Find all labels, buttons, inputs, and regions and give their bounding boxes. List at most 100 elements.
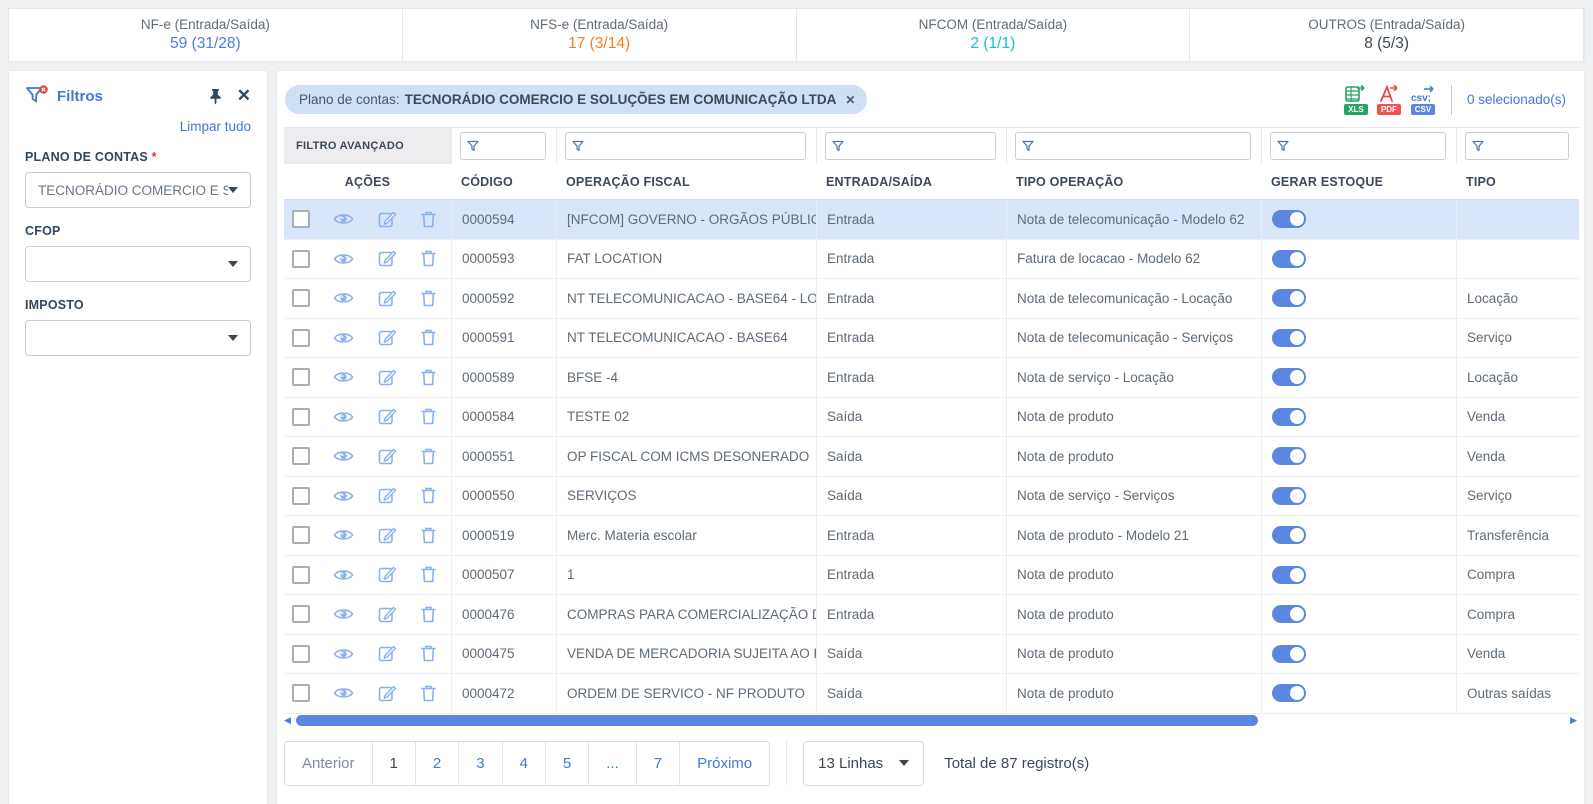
view-icon[interactable]: [333, 290, 354, 306]
row-checkbox[interactable]: [292, 447, 310, 465]
page-button[interactable]: 2: [415, 742, 458, 785]
view-icon[interactable]: [333, 448, 354, 464]
row-checkbox[interactable]: [292, 684, 310, 702]
delete-icon[interactable]: [420, 328, 437, 347]
delete-icon[interactable]: [420, 684, 437, 703]
filter-field-select[interactable]: [25, 246, 251, 282]
filter-field-select[interactable]: TECNORÁDIO COMERCIO E SOL: [25, 172, 251, 208]
stock-toggle-on[interactable]: [1272, 684, 1306, 702]
edit-icon[interactable]: [378, 447, 397, 466]
column-filter-input[interactable]: [565, 132, 806, 160]
delete-icon[interactable]: [420, 644, 437, 663]
delete-icon[interactable]: [420, 249, 437, 268]
summary-tab[interactable]: NFS-e (Entrada/Saída) 17 (3/14): [403, 9, 797, 61]
stock-toggle-on[interactable]: [1272, 566, 1306, 584]
table-row[interactable]: 0000593 FAT LOCATION Entrada Fatura de l…: [284, 240, 1579, 280]
export-csv-button[interactable]: csv; CSV: [1410, 84, 1436, 115]
column-header[interactable]: TIPO: [1456, 175, 1579, 189]
column-header[interactable]: GERAR ESTOQUE: [1261, 175, 1456, 189]
delete-icon[interactable]: [420, 407, 437, 426]
table-row[interactable]: 0000476 COMPRAS PARA COMERCIALIZAÇÃO DO …: [284, 595, 1579, 635]
table-row[interactable]: 0000472 ORDEM DE SERVICO - NF PRODUTO Sa…: [284, 674, 1579, 714]
edit-icon[interactable]: [378, 684, 397, 703]
clear-all-link[interactable]: Limpar tudo: [25, 119, 251, 134]
row-checkbox[interactable]: [292, 250, 310, 268]
column-filter-input[interactable]: [1270, 132, 1446, 160]
summary-tab[interactable]: OUTROS (Entrada/Saída) 8 (5/3): [1190, 9, 1584, 61]
edit-icon[interactable]: [378, 368, 397, 387]
table-row[interactable]: 0000519 Merc. Materia escolar Entrada No…: [284, 516, 1579, 556]
row-checkbox[interactable]: [292, 408, 310, 426]
edit-icon[interactable]: [378, 249, 397, 268]
page-button[interactable]: ...: [588, 742, 636, 785]
delete-icon[interactable]: [420, 486, 437, 505]
row-checkbox[interactable]: [292, 329, 310, 347]
view-icon[interactable]: [333, 567, 354, 583]
row-checkbox[interactable]: [292, 368, 310, 386]
page-button[interactable]: 7: [636, 742, 679, 785]
edit-icon[interactable]: [378, 289, 397, 308]
stock-toggle-on[interactable]: [1272, 408, 1306, 426]
table-row[interactable]: 0000584 TESTE 02 Saída Nota de produto V…: [284, 398, 1579, 438]
view-icon[interactable]: [333, 251, 354, 267]
delete-icon[interactable]: [420, 526, 437, 545]
row-checkbox[interactable]: [292, 645, 310, 663]
view-icon[interactable]: [333, 685, 354, 701]
scrollbar-thumb[interactable]: [296, 715, 1258, 726]
scroll-left-icon[interactable]: ◀: [284, 715, 291, 726]
stock-toggle-on[interactable]: [1272, 210, 1306, 228]
scroll-right-icon[interactable]: ▶: [1570, 715, 1577, 726]
row-checkbox[interactable]: [292, 487, 310, 505]
view-icon[interactable]: [333, 527, 354, 543]
close-filters-icon[interactable]: ✕: [237, 86, 251, 106]
table-row[interactable]: 0000594 [NFCOM] GOVERNO - ORGÃOS PÚBLICO…: [284, 200, 1579, 240]
column-filter-input[interactable]: [1015, 132, 1251, 160]
edit-icon[interactable]: [378, 565, 397, 584]
next-page-button[interactable]: Próximo: [679, 742, 769, 785]
chip-remove-icon[interactable]: ✕: [845, 93, 855, 107]
table-row[interactable]: 0000550 SERVIÇOS Saída Nota de serviço -…: [284, 477, 1579, 517]
page-button[interactable]: 1: [372, 742, 415, 785]
stock-toggle-on[interactable]: [1272, 605, 1306, 623]
table-row[interactable]: 0000507 1 Entrada Nota de produto Compra: [284, 556, 1579, 596]
edit-icon[interactable]: [378, 644, 397, 663]
table-row[interactable]: 0000592 NT TELECOMUNICACAO - BASE64 - LO…: [284, 279, 1579, 319]
column-header[interactable]: CÓDIGO: [451, 175, 556, 189]
edit-icon[interactable]: [378, 526, 397, 545]
stock-toggle-on[interactable]: [1272, 368, 1306, 386]
stock-toggle-on[interactable]: [1272, 329, 1306, 347]
stock-toggle-on[interactable]: [1272, 289, 1306, 307]
stock-toggle-on[interactable]: [1272, 487, 1306, 505]
page-button[interactable]: 3: [458, 742, 501, 785]
column-header[interactable]: ENTRADA/SAÍDA: [816, 175, 1006, 189]
stock-toggle-on[interactable]: [1272, 645, 1306, 663]
table-row[interactable]: 0000589 BFSE -4 Entrada Nota de serviço …: [284, 358, 1579, 398]
edit-icon[interactable]: [378, 605, 397, 624]
row-checkbox[interactable]: [292, 605, 310, 623]
column-filter-input[interactable]: [1465, 132, 1569, 160]
view-icon[interactable]: [333, 211, 354, 227]
delete-icon[interactable]: [420, 605, 437, 624]
previous-page-button[interactable]: Anterior: [285, 742, 372, 785]
delete-icon[interactable]: [420, 289, 437, 308]
edit-icon[interactable]: [378, 486, 397, 505]
export-xls-button[interactable]: XLS: [1344, 84, 1368, 115]
row-checkbox[interactable]: [292, 566, 310, 584]
column-header[interactable]: OPERAÇÃO FISCAL: [556, 175, 816, 189]
table-row[interactable]: 0000551 OP FISCAL COM ICMS DESONERADO Sa…: [284, 437, 1579, 477]
column-header[interactable]: AÇÕES: [284, 175, 451, 189]
column-filter-input[interactable]: [825, 132, 996, 160]
row-checkbox[interactable]: [292, 289, 310, 307]
table-row[interactable]: 0000475 VENDA DE MERCADORIA SUJEITA AO R…: [284, 635, 1579, 675]
view-icon[interactable]: [333, 606, 354, 622]
delete-icon[interactable]: [420, 447, 437, 466]
delete-icon[interactable]: [420, 368, 437, 387]
horizontal-scrollbar[interactable]: ◀ ▶: [284, 714, 1579, 729]
view-icon[interactable]: [333, 369, 354, 385]
stock-toggle-on[interactable]: [1272, 250, 1306, 268]
view-icon[interactable]: [333, 488, 354, 504]
rows-per-page-select[interactable]: 13 Linhas: [803, 741, 924, 786]
row-checkbox[interactable]: [292, 210, 310, 228]
column-filter-input[interactable]: [460, 132, 546, 160]
view-icon[interactable]: [333, 409, 354, 425]
